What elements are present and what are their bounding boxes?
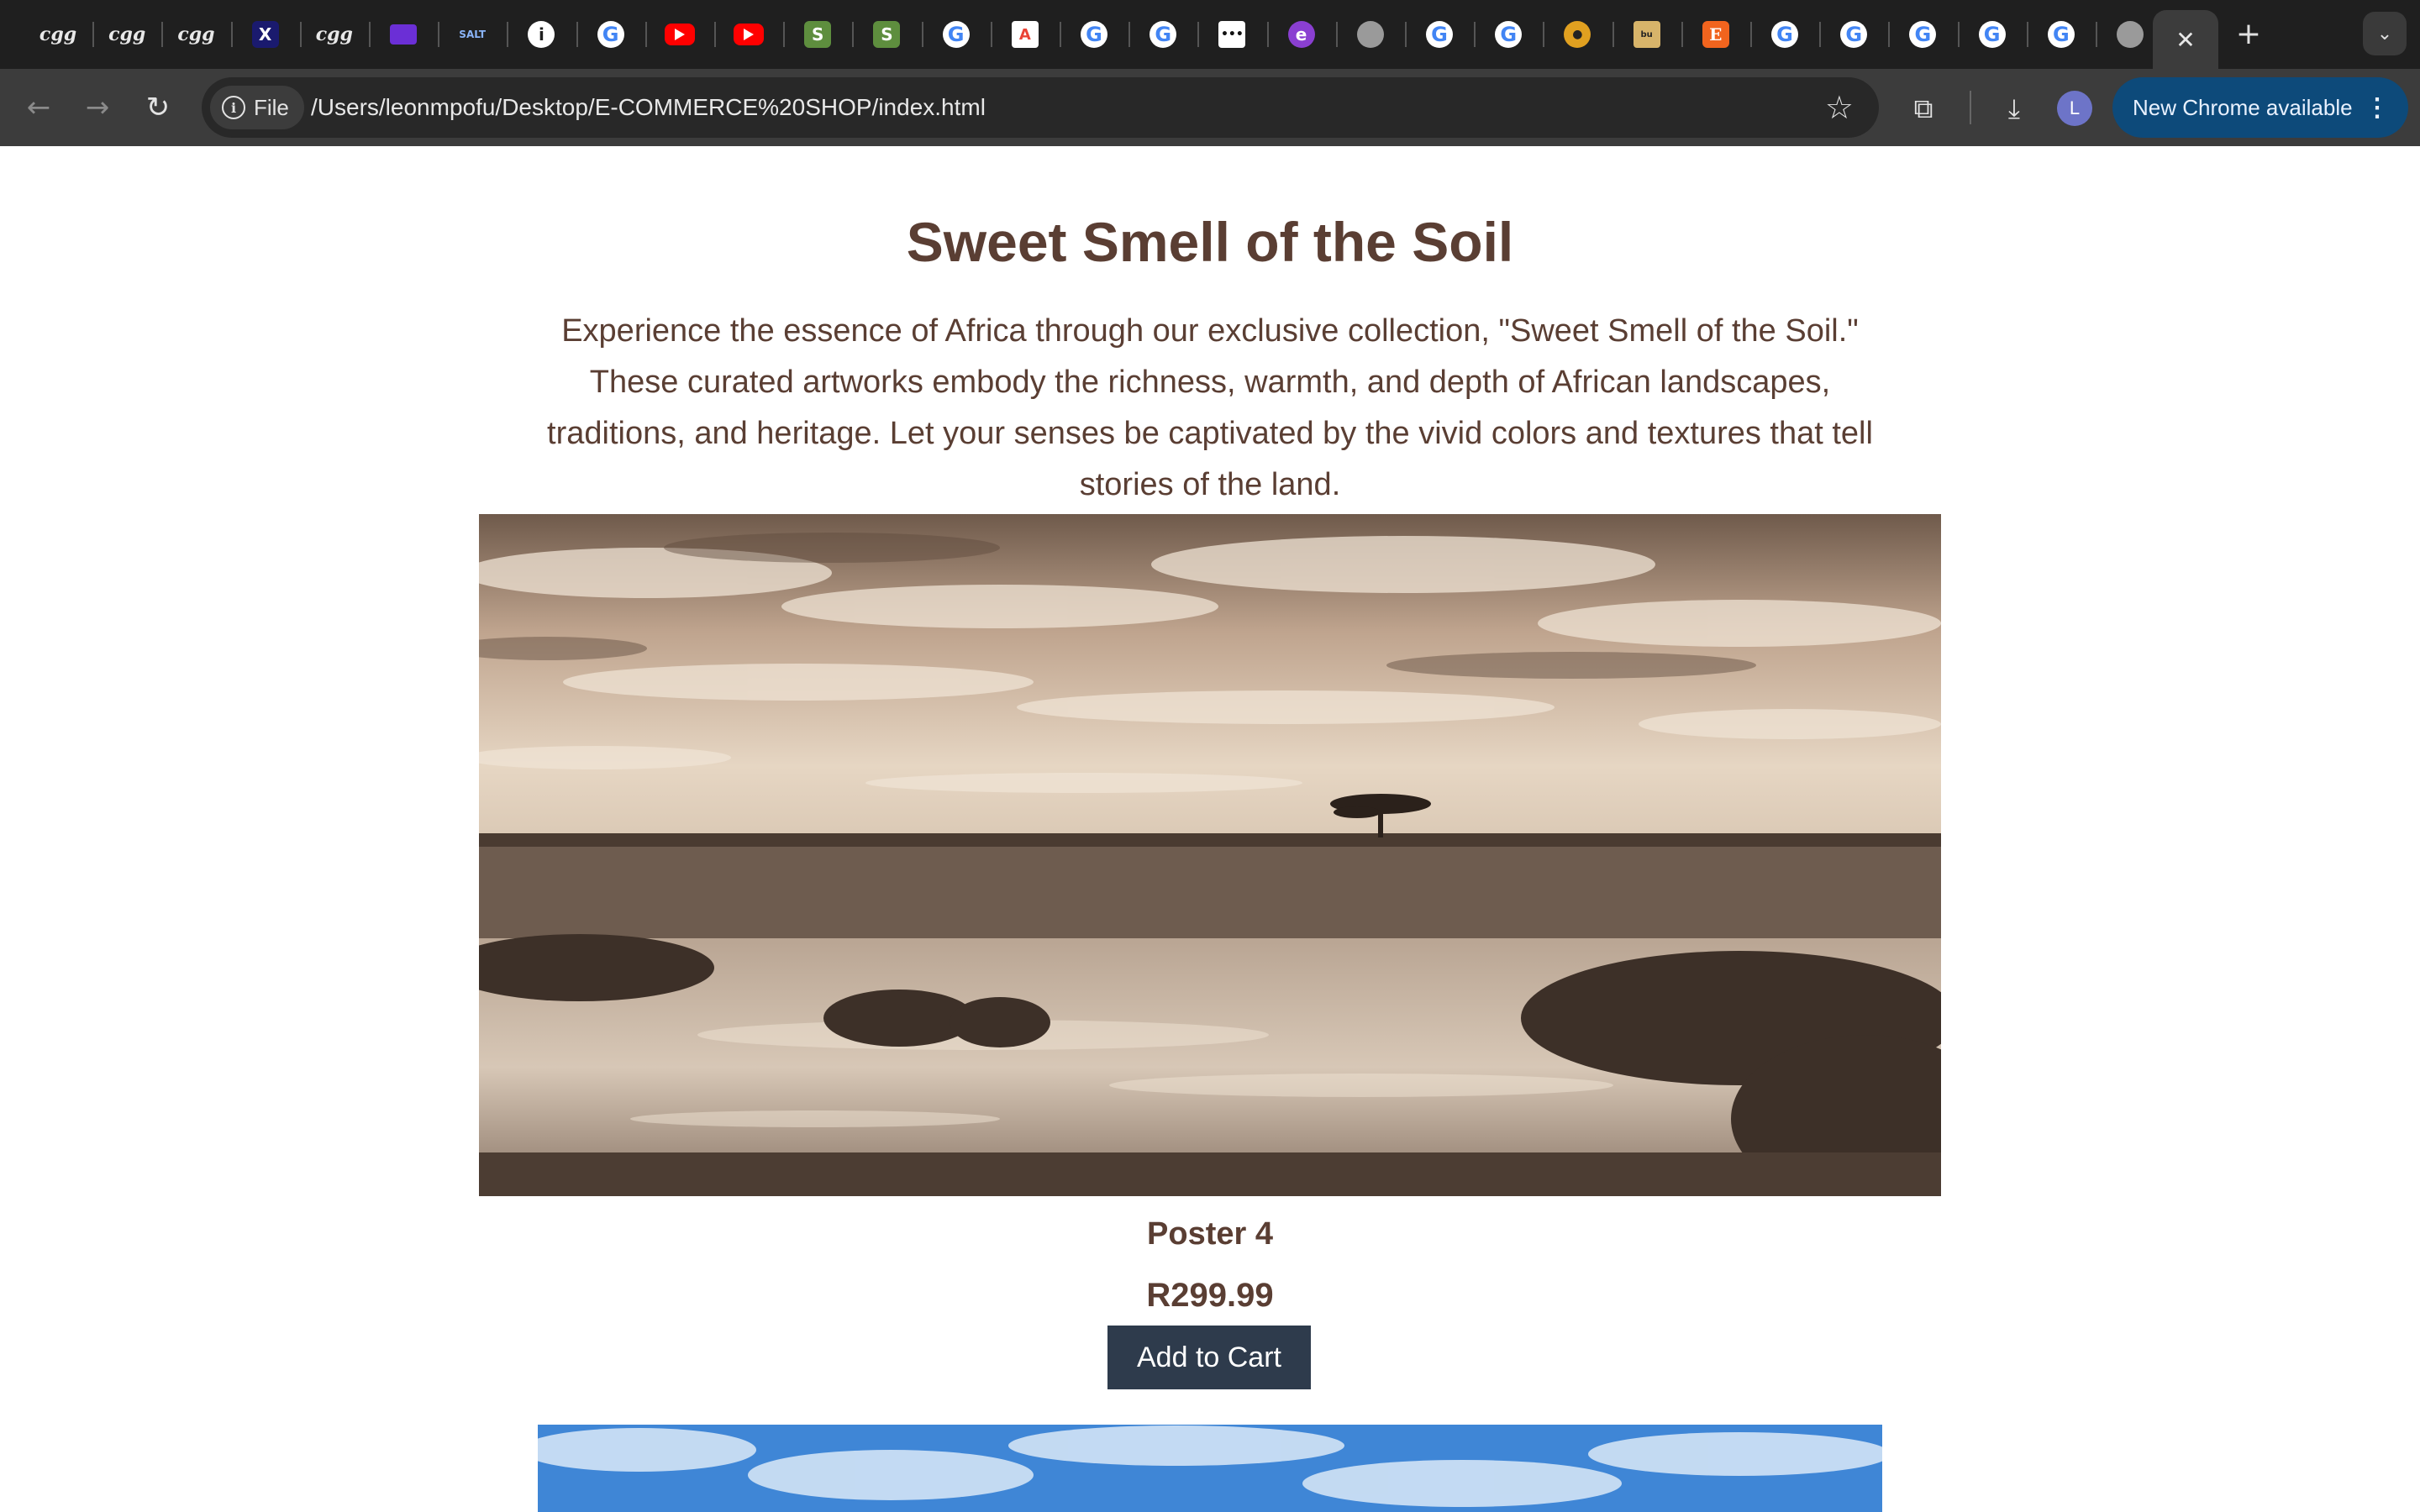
google-icon: G: [1978, 21, 2006, 48]
browser-tab[interactable]: SALT: [439, 10, 505, 59]
browser-tab[interactable]: cgg: [302, 10, 367, 59]
browser-tab[interactable]: G: [2028, 10, 2094, 59]
browser-tab[interactable]: S: [785, 10, 850, 59]
browser-tab[interactable]: G: [1130, 10, 1196, 59]
tab-search-chevron-icon[interactable]: ⌄: [2363, 12, 2407, 55]
google-icon: G: [597, 21, 624, 48]
reload-icon: ↻: [145, 91, 171, 124]
browser-tab[interactable]: G: [1890, 10, 1955, 59]
browser-tab[interactable]: A: [992, 10, 1058, 59]
ms-icon: A: [1011, 21, 1039, 48]
browser-tab[interactable]: [371, 10, 436, 59]
address-bar[interactable]: i File /Users/leonmpofu/Desktop/E-COMMER…: [202, 77, 1879, 138]
google-icon: G: [1840, 21, 1868, 48]
forward-button[interactable]: →: [76, 86, 119, 129]
download-icon: ⤓: [2007, 92, 2021, 124]
mail-icon: [390, 24, 417, 45]
active-browser-tab[interactable]: ✕: [2153, 10, 2218, 69]
update-chrome-button[interactable]: New Chrome available ⋮: [2112, 77, 2408, 138]
blue-sky-image: [538, 1425, 1882, 1512]
browser-tab[interactable]: i: [508, 10, 574, 59]
google-icon: G: [1081, 21, 1107, 48]
info-icon: i: [528, 21, 555, 48]
browser-tab[interactable]: G: [1476, 10, 1541, 59]
browser-tab[interactable]: G: [1061, 10, 1127, 59]
cgg-icon: cgg: [315, 24, 353, 45]
amber-icon: ●: [1564, 21, 1591, 48]
globe-icon: [2117, 21, 2144, 48]
url-text[interactable]: /Users/leonmpofu/Desktop/E-COMMERCE%20SH…: [311, 77, 986, 138]
browser-tab[interactable]: cgg: [163, 10, 229, 59]
browser-tab[interactable]: [1338, 10, 1403, 59]
page-content: Sweet Smell of the Soil Experience the e…: [0, 146, 2420, 1512]
google-icon: G: [1150, 21, 1177, 48]
shopify-icon: S: [804, 21, 832, 48]
shopify-icon: S: [873, 21, 901, 48]
browser-tab[interactable]: ●: [1544, 10, 1610, 59]
site-info-label: File: [254, 94, 289, 120]
bookmark-star-icon[interactable]: ☆: [1825, 89, 1854, 126]
browser-tab[interactable]: [647, 10, 713, 59]
salt-icon: SALT: [459, 29, 487, 40]
browser-tab[interactable]: S: [854, 10, 919, 59]
downloads-button[interactable]: ⤓: [1993, 87, 2035, 129]
toolbar-divider: [1970, 91, 1971, 124]
page-title: Sweet Smell of the Soil: [906, 211, 1514, 273]
browser-tab[interactable]: cgg: [94, 10, 160, 59]
tab-strip: cgg cgg cgg Xcgg SALT i G S S G A G G ••• e G G ● bu E G G G G G…: [0, 0, 2420, 69]
puzzle-icon: ⧉: [1913, 92, 1933, 124]
browser-tab[interactable]: G: [1752, 10, 1818, 59]
google-icon: G: [2047, 21, 2075, 48]
update-chrome-label: New Chrome available: [2133, 94, 2353, 120]
browser-tab[interactable]: cgg: [25, 10, 91, 59]
forward-arrow-icon: →: [85, 91, 110, 124]
browser-tab[interactable]: G: [578, 10, 644, 59]
product-name: Poster 4: [1147, 1216, 1273, 1252]
globe-icon: [1356, 21, 1384, 48]
cgg-icon: cgg: [177, 24, 215, 45]
browser-tab[interactable]: E: [1683, 10, 1749, 59]
browser-tab[interactable]: G: [1960, 10, 2025, 59]
kebab-menu-icon[interactable]: ⋮: [2365, 93, 2390, 123]
google-icon: G: [1909, 21, 1937, 48]
info-icon: i: [222, 96, 245, 119]
browser-tab[interactable]: •••: [1199, 10, 1265, 59]
new-tab-button[interactable]: +: [2227, 12, 2270, 55]
browser-tab[interactable]: G: [923, 10, 989, 59]
add-to-cart-button[interactable]: Add to Cart: [1107, 1326, 1311, 1389]
browser-tab[interactable]: e: [1269, 10, 1334, 59]
back-arrow-icon: ←: [26, 91, 51, 124]
close-tab-icon[interactable]: ✕: [2175, 26, 2195, 54]
youtube-icon: [664, 24, 695, 45]
cgg-icon: cgg: [108, 24, 146, 45]
extensions-icon[interactable]: ⧉: [1902, 87, 1944, 129]
browser-tab[interactable]: [716, 10, 781, 59]
cgg-icon: cgg: [39, 24, 77, 45]
purple-icon: e: [1287, 21, 1315, 48]
savanna-landscape-image: [479, 514, 1941, 1196]
site-info-chip[interactable]: i File: [210, 86, 304, 129]
collection-intro: Experience the essence of Africa through…: [547, 313, 1873, 502]
etsy-icon: E: [1702, 21, 1729, 48]
doc-icon: bu: [1633, 21, 1660, 48]
browser-tab[interactable]: G: [1821, 10, 1886, 59]
google-icon: G: [1426, 21, 1453, 48]
browser-tab[interactable]: bu: [1614, 10, 1680, 59]
browser-tab[interactable]: G: [1407, 10, 1472, 59]
google-icon: G: [942, 21, 970, 48]
product-price: R299.99: [1146, 1277, 1274, 1314]
dots-icon: •••: [1218, 21, 1246, 48]
x-icon: X: [251, 21, 279, 48]
google-icon: G: [1495, 21, 1523, 48]
profile-avatar[interactable]: L: [2057, 91, 2092, 126]
next-poster-image[interactable]: [538, 1425, 1882, 1512]
browser-tab[interactable]: X: [233, 10, 298, 59]
poster-4-image[interactable]: [479, 514, 1941, 1196]
back-button[interactable]: ←: [17, 86, 60, 129]
google-icon: G: [1771, 21, 1798, 48]
youtube-icon: [734, 24, 764, 45]
reload-button[interactable]: ↻: [136, 86, 180, 129]
